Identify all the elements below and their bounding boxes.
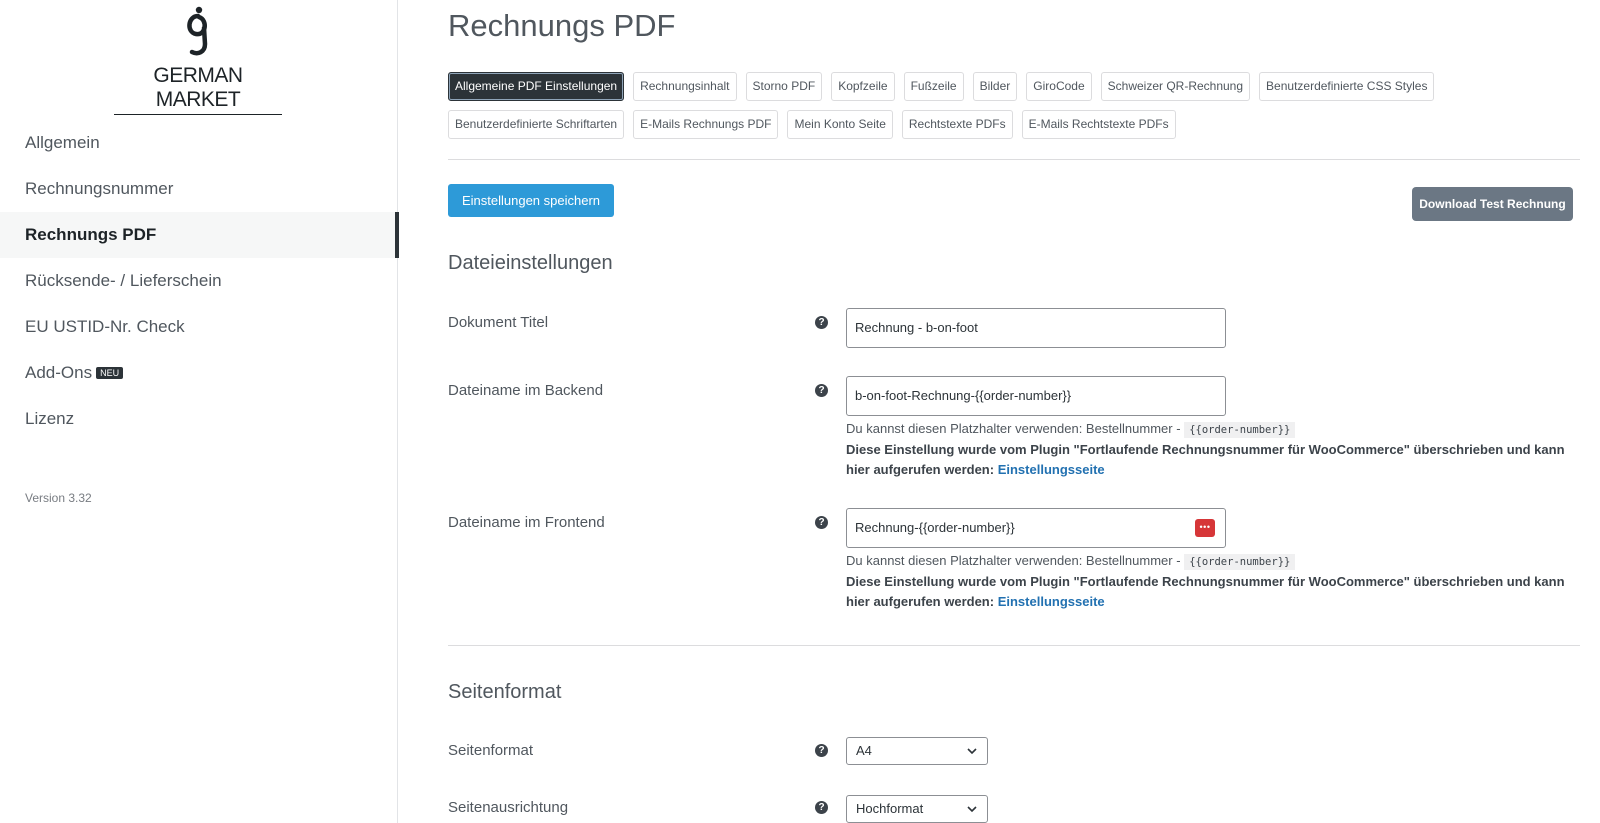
tab-e-mails-rechnungs-pdf[interactable]: E-Mails Rechnungs PDF [633, 110, 779, 139]
version-label: Version 3.32 [25, 491, 92, 505]
help-icon[interactable]: ? [815, 384, 828, 397]
page-orientation-value: Hochformat [856, 801, 924, 816]
filename-frontend-input[interactable]: Rechnung-{{order-number}} ••• [846, 508, 1226, 548]
tab-storno-pdf[interactable]: Storno PDF [745, 72, 823, 101]
tab-mein-konto-seite[interactable]: Mein Konto Seite [787, 110, 893, 139]
sidebar-item-label: Lizenz [25, 409, 75, 428]
sidebar-item-label: EU USTID-Nr. Check [25, 317, 185, 336]
german-market-logo: GERMAN MARKET [114, 4, 282, 115]
sidebar-item-label: Rechnungsnummer [25, 179, 174, 198]
tab-bilder[interactable]: Bilder [972, 72, 1018, 101]
page-format-value: A4 [856, 743, 872, 758]
page-title: Rechnungs PDF [448, 8, 676, 43]
help-icon[interactable]: ? [815, 744, 828, 757]
settings-page-link[interactable]: Einstellungsseite [998, 462, 1105, 477]
sidebar-item-ruecksende-lieferschein[interactable]: Rücksende- / Lieferschein [0, 258, 398, 304]
page-format-select[interactable]: A4 [846, 737, 988, 765]
chevron-down-icon [967, 806, 977, 813]
tab-benutzerdefinierte-css-styles[interactable]: Benutzerdefinierte CSS Styles [1259, 72, 1435, 101]
tab-e-mails-rechtstexte-pdfs[interactable]: E-Mails Rechtstexte PDFs [1021, 110, 1176, 139]
tab-kopfzeile[interactable]: Kopfzeile [831, 72, 895, 101]
override-note: Diese Einstellung wurde vom Plugin "Fort… [846, 574, 1565, 609]
placeholder-code: {{order-number}} [1184, 554, 1296, 570]
section-title-page-format: Seitenformat [448, 681, 562, 703]
placeholder-code: {{order-number}} [1184, 422, 1296, 438]
field-label-page-orientation: Seitenausrichtung [448, 799, 569, 816]
settings-page-link[interactable]: Einstellungsseite [998, 594, 1105, 609]
section-title-file-settings: Dateieinstellungen [448, 252, 613, 274]
sidebar-item-allgemein[interactable]: Allgemein [0, 120, 398, 166]
placeholder-hint: Du kannst diesen Platzhalter verwenden: … [846, 553, 1181, 568]
settings-tabs: Allgemeine PDF Einstellungen Rechnungsin… [448, 72, 1558, 148]
sidebar-item-lizenz[interactable]: Lizenz [0, 396, 398, 442]
divider [448, 645, 1580, 646]
download-test-invoice-button[interactable]: Download Test Rechnung [1412, 187, 1573, 221]
filename-frontend-value: Rechnung-{{order-number}} [855, 520, 1015, 535]
help-icon[interactable]: ? [815, 516, 828, 529]
tab-girocode[interactable]: GiroCode [1026, 72, 1092, 101]
placeholder-hint: Du kannst diesen Platzhalter verwenden: … [846, 421, 1181, 436]
german-market-logo-mark-icon [187, 6, 208, 56]
sidebar-item-add-ons[interactable]: Add-Ons NEU [0, 350, 398, 396]
sidebar-item-rechnungsnummer[interactable]: Rechnungsnummer [0, 166, 398, 212]
filename-backend-input[interactable]: b-on-foot-Rechnung-{{order-number}} [846, 376, 1226, 416]
chevron-down-icon [967, 748, 977, 755]
page-orientation-select[interactable]: Hochformat [846, 795, 988, 823]
sidebar-item-rechnungs-pdf[interactable]: Rechnungs PDF [0, 212, 399, 258]
sidebar-item-label: Rechnungs PDF [25, 225, 157, 244]
divider [448, 159, 1580, 160]
tab-benutzerdefinierte-schriftarten[interactable]: Benutzerdefinierte Schriftarten [448, 110, 625, 139]
field-label-filename-backend: Dateiname im Backend [448, 382, 604, 399]
help-icon[interactable]: ? [815, 801, 828, 814]
sidebar-item-label: Allgemein [25, 133, 100, 152]
sidebar-item-eu-ustid-check[interactable]: EU USTID-Nr. Check [0, 304, 398, 350]
logo-wordmark: GERMAN MARKET [114, 64, 282, 115]
sidebar-item-label: Rücksende- / Lieferschein [25, 271, 222, 290]
document-title-input[interactable]: Rechnung - b-on-foot [846, 308, 1226, 348]
override-note: Diese Einstellung wurde vom Plugin "Fort… [846, 442, 1565, 477]
field-label-page-format: Seitenformat [448, 742, 534, 759]
sidebar-item-label: Add-Ons [25, 363, 93, 382]
password-manager-icon[interactable]: ••• [1195, 519, 1215, 537]
tab-rechtstexte-pdfs[interactable]: Rechtstexte PDFs [901, 110, 1013, 139]
field-label-document-title: Dokument Titel [448, 314, 549, 331]
new-badge: NEU [96, 366, 124, 379]
tab-schweizer-qr-rechnung[interactable]: Schweizer QR-Rechnung [1100, 72, 1251, 101]
tab-fusszeile[interactable]: Fußzeile [903, 72, 964, 101]
field-description: Du kannst diesen Platzhalter verwenden: … [846, 551, 1566, 612]
sidebar-nav: Allgemein Rechnungsnummer Rechnungs PDF … [0, 120, 399, 442]
field-description: Du kannst diesen Platzhalter verwenden: … [846, 419, 1566, 480]
field-label-filename-frontend: Dateiname im Frontend [448, 514, 605, 531]
help-icon[interactable]: ? [815, 316, 828, 329]
tab-rechnungsinhalt[interactable]: Rechnungsinhalt [633, 72, 737, 101]
main-content: Rechnungs PDF Allgemeine PDF Einstellung… [448, 0, 1600, 823]
tab-allgemeine-pdf-einstellungen[interactable]: Allgemeine PDF Einstellungen [448, 72, 625, 101]
sidebar: GERMAN MARKET Allgemein Rechnungsnummer … [0, 0, 399, 823]
save-settings-button[interactable]: Einstellungen speichern [448, 184, 614, 217]
